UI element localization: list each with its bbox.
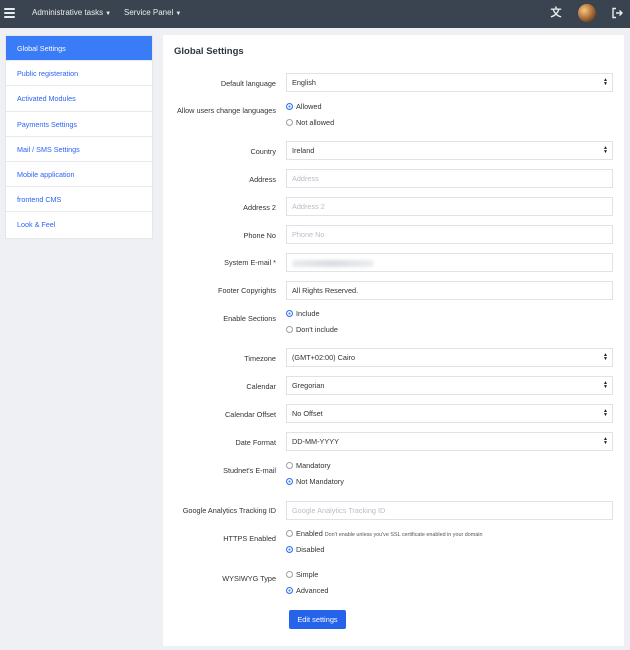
phone-label: Phone No [243,231,276,240]
radio-dont-include-label: Don't include [296,325,338,334]
google-analytics-input[interactable] [286,501,613,520]
select-arrows-icon: ▲ ▼ [603,352,608,362]
calendar-select[interactable]: Gregorian ▲ ▼ [286,376,613,395]
sidebar-item-payments-settings[interactable]: Payments Settings [6,112,152,137]
timezone-select[interactable]: (GMT+02:00) Cairo ▲ ▼ [286,348,613,367]
select-arrows-icon: ▲ ▼ [603,77,608,87]
radio-unchecked-icon [286,119,293,126]
radio-include-label: Include [296,309,320,318]
radio-https-disabled-label: Disabled [296,545,325,554]
radio-simple-label: Simple [296,570,319,579]
global-settings-panel: Global Settings Default language English… [163,35,624,646]
top-navbar: Administrative tasks ▼ Service Panel ▼ 文 [0,0,630,28]
hamburger-menu-icon[interactable] [4,8,15,18]
radio-include[interactable]: Include [286,309,320,319]
calendar-label: Calendar [246,382,276,391]
select-arrows-icon: ▲ ▼ [603,408,608,418]
sidebar-item-mobile-application[interactable]: Mobile application [6,162,152,188]
radio-checked-icon [286,103,293,110]
radio-https-enabled-label: Enabled [296,529,323,538]
address-label: Address [249,175,276,184]
google-analytics-label: Google Analytics Tracking ID [182,506,276,515]
chevron-down-icon: ▼ [105,11,112,17]
allow-change-language-label: Allow users change languages [177,106,276,115]
country-value: Ireland [292,146,315,155]
calendar-value: Gregorian [292,381,325,390]
calendar-offset-value: No Offset [292,409,323,418]
system-email-input[interactable] [286,253,613,272]
timezone-label: Timezone [244,354,276,363]
radio-mandatory[interactable]: Mandatory [286,461,330,471]
enable-sections-label: Enable Sections [223,314,276,323]
radio-https-enabled[interactable]: Enabled Don't enable unless you've SSL ce… [286,529,482,539]
sidebar-item-frontend-cms[interactable]: frontend CMS [6,187,152,213]
date-format-select[interactable]: DD-MM-YYYY ▲ ▼ [286,432,613,451]
address-input[interactable] [286,169,613,188]
radio-allowed[interactable]: Allowed [286,102,322,112]
default-language-label: Default language [220,79,276,88]
footer-copyrights-input[interactable] [286,281,613,300]
select-arrows-icon: ▲ ▼ [603,436,608,446]
translate-icon[interactable]: 文 [549,6,563,20]
user-avatar[interactable] [578,4,596,22]
calendar-offset-label: Calendar Offset [225,410,276,419]
radio-advanced[interactable]: Advanced [286,586,328,596]
radio-simple[interactable]: Simple [286,570,318,580]
select-arrows-icon: ▲ ▼ [603,145,608,155]
radio-checked-icon [286,546,293,553]
radio-not-allowed[interactable]: Not allowed [286,118,334,128]
date-format-label: Date Format [235,438,276,447]
radio-checked-icon [286,587,293,594]
phone-input[interactable] [286,225,613,244]
edit-settings-button[interactable]: Edit settings [289,610,346,629]
administrative-tasks-menu[interactable]: Administrative tasks ▼ [32,8,111,17]
service-panel-label: Service Panel [124,8,174,17]
radio-unchecked-icon [286,326,293,333]
system-email-label: System E-mail * [224,258,276,267]
address2-input[interactable] [286,197,613,216]
service-panel-menu[interactable]: Service Panel ▼ [124,8,181,17]
radio-checked-icon [286,310,293,317]
ssl-note: Don't enable unless you've SSL certifica… [324,532,483,538]
radio-not-mandatory[interactable]: Not Mandatory [286,477,344,487]
chevron-down-icon: ▼ [175,11,182,17]
timezone-value: (GMT+02:00) Cairo [292,353,356,362]
page-title: Global Settings [174,46,244,57]
default-language-select[interactable]: English ▲ ▼ [286,73,613,92]
https-enabled-label: HTTPS Enabled [223,534,276,543]
redacted-email [292,260,374,267]
radio-unchecked-icon [286,462,293,469]
sidebar-item-global-settings[interactable]: Global Settings [6,36,152,62]
student-email-label: Studnet's E-mail [223,466,276,475]
administrative-tasks-label: Administrative tasks [32,8,104,17]
country-label: Country [250,147,276,156]
settings-sidebar: Global Settings Public registeration Act… [5,35,153,239]
radio-not-allowed-label: Not allowed [296,118,335,127]
default-language-value: English [292,78,316,87]
country-select[interactable]: Ireland ▲ ▼ [286,141,613,160]
footer-copyrights-label: Footer Copyrights [218,286,276,295]
radio-mandatory-label: Mandatory [296,461,331,470]
logout-icon[interactable] [611,7,623,19]
radio-unchecked-icon [286,530,293,537]
radio-https-disabled[interactable]: Disabled [286,545,324,555]
sidebar-item-activated-modules[interactable]: Activated Modules [6,86,152,112]
radio-checked-icon [286,478,293,485]
sidebar-item-mail-sms-settings[interactable]: Mail / SMS Settings [6,137,152,162]
wysiwyg-type-label: WYSIWYG Type [222,574,276,583]
select-arrows-icon: ▲ ▼ [603,380,608,390]
sidebar-item-public-registeration[interactable]: Public registeration [6,61,152,87]
calendar-offset-select[interactable]: No Offset ▲ ▼ [286,404,613,423]
radio-not-mandatory-label: Not Mandatory [296,477,344,486]
date-format-value: DD-MM-YYYY [292,437,340,446]
radio-allowed-label: Allowed [296,102,322,111]
radio-advanced-label: Advanced [296,586,329,595]
address2-label: Address 2 [243,203,276,212]
sidebar-item-look-and-feel[interactable]: Look & Feel [6,212,152,237]
radio-unchecked-icon [286,571,293,578]
radio-dont-include[interactable]: Don't include [286,325,338,335]
